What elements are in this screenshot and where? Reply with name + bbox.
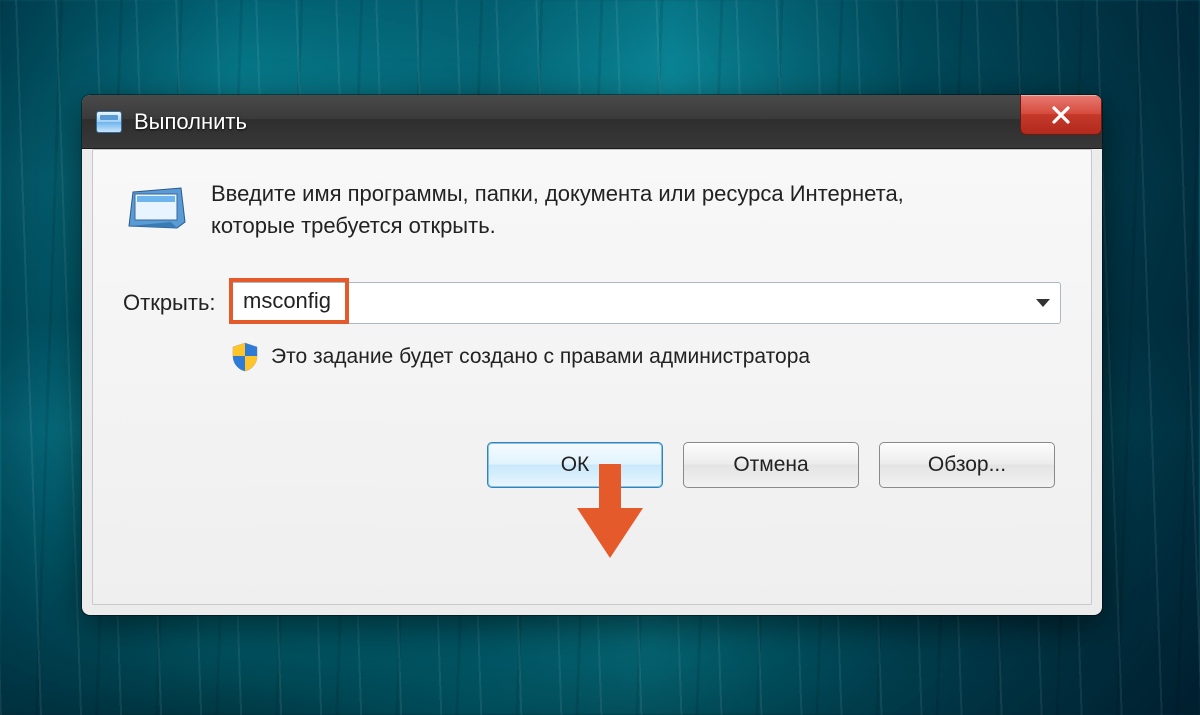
chevron-down-icon[interactable] [1036,299,1050,307]
highlight-box: msconfig [229,278,349,324]
dialog-description: Введите имя программы, папки, документа … [211,178,971,242]
uac-shield-icon [231,342,259,372]
command-input-value[interactable]: msconfig [243,288,331,313]
titlebar[interactable]: Выполнить [82,95,1102,149]
cancel-button[interactable]: Отмена [683,442,859,488]
admin-note: Это задание будет создано с правами адми… [271,345,810,369]
browse-button[interactable]: Обзор... [879,442,1055,488]
run-dialog-icon [96,111,122,133]
dialog-title: Выполнить [134,109,247,135]
run-dialog: Выполнить Введите имя программы, папки, … [82,95,1102,615]
command-combobox[interactable]: msconfig [231,282,1061,324]
run-program-icon [127,182,187,234]
close-icon [1051,106,1071,124]
dialog-body: Введите имя программы, папки, документа … [92,149,1092,605]
open-label: Открыть: [123,290,231,316]
pointer-arrow-icon [571,464,643,558]
close-button[interactable] [1020,95,1102,135]
